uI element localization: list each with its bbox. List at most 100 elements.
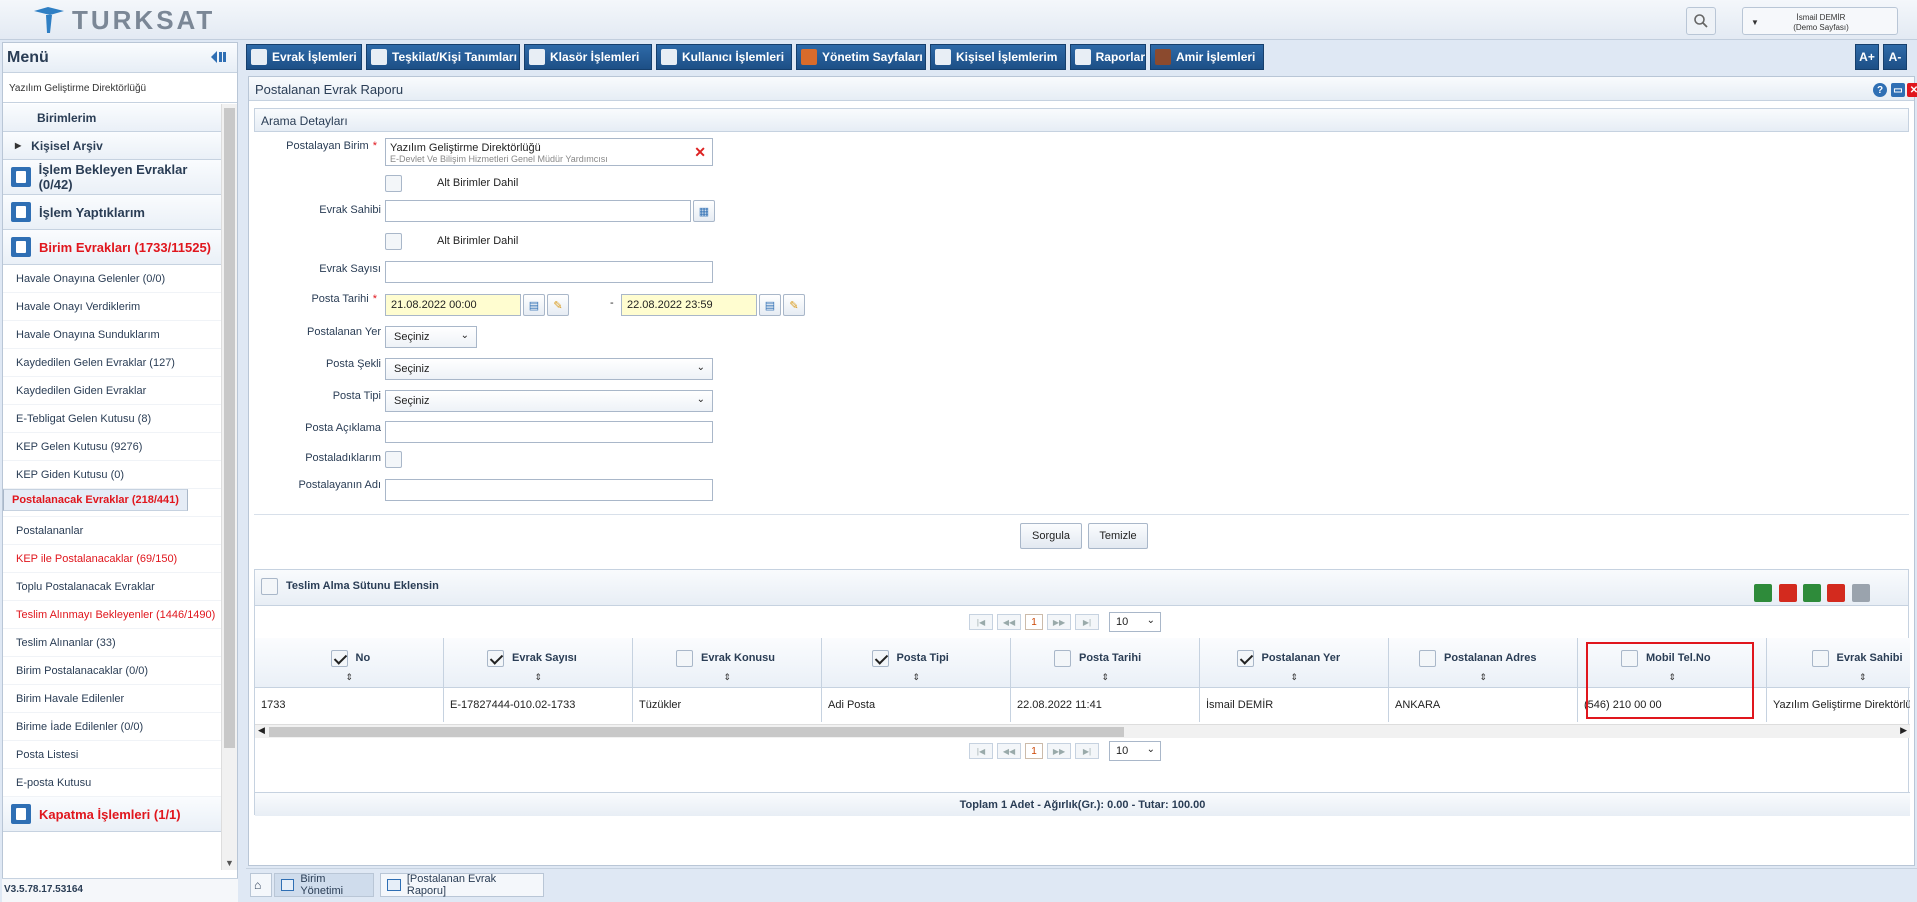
sidebar-item-e-posta-kutusu[interactable]: E-posta Kutusu bbox=[3, 769, 221, 797]
sidebar-item-birime-iade-edilenler[interactable]: Birime İade Edilenler (0/0) bbox=[3, 713, 221, 741]
sidebar-item-birimlerim[interactable]: Birimlerim bbox=[3, 104, 221, 132]
tab-teskilat-kisi[interactable]: Teşkilat/Kişi Tanımları bbox=[366, 44, 520, 70]
tab-kullanici-islemleri[interactable]: Kullanıcı İşlemleri bbox=[656, 44, 792, 70]
first-page-icon[interactable]: |◀ bbox=[969, 743, 993, 759]
scroll-right-icon[interactable]: ▶ bbox=[1900, 725, 1907, 736]
sort-icon[interactable]: ⇕ bbox=[724, 672, 732, 683]
sidebar-scrollbar[interactable]: ▼ bbox=[221, 104, 237, 870]
posta-aciklama-input[interactable] bbox=[385, 421, 713, 443]
tab-raporlar[interactable]: Raporlar bbox=[1070, 44, 1146, 70]
sidebar-item-posta-listesi[interactable]: Posta Listesi bbox=[3, 741, 221, 769]
calendar-icon[interactable]: ▤ bbox=[523, 294, 545, 316]
maximize-icon[interactable]: ▭ bbox=[1891, 83, 1905, 97]
tab-klasor-islemleri[interactable]: Klasör İşlemleri bbox=[524, 44, 652, 70]
first-page-icon[interactable]: |◀ bbox=[969, 614, 993, 630]
page-size-select[interactable]: 10 ⌄ bbox=[1109, 612, 1161, 632]
pdf-export-icon[interactable] bbox=[1779, 584, 1797, 602]
alt-birimler-checkbox-1[interactable] bbox=[385, 175, 402, 192]
column-header[interactable]: Posta Tarihi ⇕ bbox=[1011, 638, 1199, 688]
alt-birimler-checkbox-2[interactable] bbox=[385, 233, 402, 250]
column-visibility-checkbox[interactable] bbox=[1054, 650, 1071, 667]
prev-page-icon[interactable]: ◀◀ bbox=[997, 614, 1021, 630]
sidebar-item-birim-postalanacaklar[interactable]: Birim Postalanacaklar (0/0) bbox=[3, 657, 221, 685]
column-visibility-checkbox[interactable] bbox=[330, 650, 348, 667]
column-visibility-checkbox[interactable] bbox=[487, 650, 504, 667]
sort-icon[interactable]: ⇕ bbox=[913, 672, 921, 683]
bottom-tab-birim-yonetimi[interactable]: Birim Yönetimi bbox=[274, 873, 374, 897]
sidebar-item-toplu-postalanacak[interactable]: Toplu Postalanacak Evraklar bbox=[3, 573, 221, 601]
sort-icon[interactable]: ⇕ bbox=[1291, 672, 1299, 683]
column-header[interactable]: Evrak Sayısı ⇕ bbox=[444, 638, 632, 688]
column-visibility-checkbox[interactable] bbox=[1811, 650, 1829, 667]
column-visibility-checkbox[interactable] bbox=[871, 650, 889, 667]
column-header[interactable]: No ⇕ bbox=[255, 638, 443, 688]
sidebar-item-birim-havale-edilenler[interactable]: Birim Havale Edilenler bbox=[3, 685, 221, 713]
posta-sekli-select[interactable]: Seçiniz ⌄ bbox=[385, 358, 713, 380]
sort-icon[interactable]: ⇕ bbox=[1102, 672, 1110, 683]
user-menu[interactable]: ▼ İsmail DEMİR (Demo Sayfası) bbox=[1742, 7, 1898, 35]
column-header[interactable]: Evrak Konusu ⇕ bbox=[633, 638, 821, 688]
last-page-icon[interactable]: ▶| bbox=[1075, 743, 1099, 759]
evrak-sayisi-input[interactable] bbox=[385, 261, 713, 283]
tab-amir-islemleri[interactable]: Amir İşlemleri bbox=[1150, 44, 1264, 70]
calendar-icon[interactable]: ▤ bbox=[759, 294, 781, 316]
sidebar-item-havale-onayi-verdiklerim[interactable]: Havale Onayı Verdiklerim bbox=[3, 293, 221, 321]
scroll-left-icon[interactable]: ◀ bbox=[258, 725, 265, 736]
current-page[interactable]: 1 bbox=[1025, 614, 1043, 630]
help-icon[interactable]: ? bbox=[1873, 83, 1887, 97]
sidebar-item-havale-onayina-sunduklarim[interactable]: Havale Onayına Sunduklarım bbox=[3, 321, 221, 349]
sidebar-item-kaydedilen-gelen[interactable]: Kaydedilen Gelen Evraklar (127) bbox=[3, 349, 221, 377]
sidebar-item-postalanacak[interactable]: Postalanacak Evraklar (218/441) bbox=[3, 489, 188, 511]
sidebar-item-islem-yaptiklarim[interactable]: İşlem Yaptıklarım bbox=[3, 195, 221, 230]
sidebar-item-kep-gelen[interactable]: KEP Gelen Kutusu (9276) bbox=[3, 433, 221, 461]
teslim-alma-checkbox[interactable] bbox=[261, 578, 278, 595]
sidebar-item-birim-evraklari[interactable]: Birim Evrakları (1733/11525) bbox=[3, 230, 221, 265]
postalanan-yer-select[interactable]: Seçiniz ⌄ bbox=[385, 326, 477, 348]
posta-tarihi-from-input[interactable]: 21.08.2022 00:00 bbox=[385, 294, 521, 316]
scrollbar-thumb[interactable] bbox=[269, 727, 1124, 737]
font-decrease-button[interactable]: A- bbox=[1883, 44, 1907, 70]
temizle-button[interactable]: Temizle bbox=[1088, 523, 1148, 549]
excel-export-icon[interactable] bbox=[1754, 584, 1772, 602]
scroll-down-icon[interactable]: ▼ bbox=[225, 858, 234, 868]
print-icon[interactable] bbox=[1852, 584, 1870, 602]
next-page-icon[interactable]: ▶▶ bbox=[1047, 614, 1071, 630]
evrak-sahibi-input[interactable] bbox=[385, 200, 691, 222]
tab-yonetim-sayfalari[interactable]: Yönetim Sayfaları bbox=[796, 44, 926, 70]
postaladiklarim-checkbox[interactable] bbox=[385, 451, 402, 468]
sort-icon[interactable]: ⇕ bbox=[1859, 672, 1867, 683]
prev-page-icon[interactable]: ◀◀ bbox=[997, 743, 1021, 759]
column-header[interactable]: Postalanan Adres ⇕ bbox=[1389, 638, 1577, 688]
posta-tarihi-to-input[interactable]: 22.08.2022 23:59 bbox=[621, 294, 757, 316]
sorgula-button[interactable]: Sorgula bbox=[1020, 523, 1082, 549]
sort-icon[interactable]: ⇕ bbox=[346, 672, 354, 683]
sort-icon[interactable]: ⇕ bbox=[1480, 672, 1488, 683]
column-visibility-checkbox[interactable] bbox=[1419, 650, 1436, 667]
collapse-sidebar-icon[interactable] bbox=[209, 50, 227, 67]
column-header[interactable]: Posta Tipi ⇕ bbox=[822, 638, 1010, 688]
current-page[interactable]: 1 bbox=[1025, 743, 1043, 759]
posta-tipi-select[interactable]: Seçiniz ⌄ bbox=[385, 390, 713, 412]
sidebar-item-kisisel-arsiv[interactable]: ▶ Kişisel Arşiv bbox=[3, 132, 221, 160]
postalayanin-adi-input[interactable] bbox=[385, 479, 713, 501]
sidebar-item-kep-postalanacaklar[interactable]: KEP ile Postalanacaklar (69/150) bbox=[3, 545, 221, 573]
pdf-all-export-icon[interactable] bbox=[1827, 584, 1845, 602]
column-header[interactable]: Postalanan Yer ⇕ bbox=[1200, 638, 1388, 688]
broom-clear-icon[interactable]: ✎ bbox=[547, 294, 569, 316]
sidebar-item-kep-giden[interactable]: KEP Giden Kutusu (0) bbox=[3, 461, 221, 489]
sidebar-item-teslim-alinanlar[interactable]: Teslim Alınanlar (33) bbox=[3, 629, 221, 657]
horizontal-scrollbar[interactable]: ◀ ▶ bbox=[255, 724, 1910, 738]
close-icon[interactable]: ✕ bbox=[1907, 83, 1917, 97]
sidebar-item-e-tebligat[interactable]: E-Tebligat Gelen Kutusu (8) bbox=[3, 405, 221, 433]
column-header[interactable]: Evrak Sahibi ⇕ bbox=[1767, 638, 1910, 688]
sidebar-item-kapatma-islemleri[interactable]: Kapatma İşlemleri (1/1) bbox=[3, 797, 221, 832]
tree-select-icon[interactable]: ▦ bbox=[693, 200, 715, 222]
home-tab[interactable]: ⌂ bbox=[250, 873, 272, 897]
page-size-select[interactable]: 10 ⌄ bbox=[1109, 741, 1161, 761]
last-page-icon[interactable]: ▶| bbox=[1075, 614, 1099, 630]
tab-kisisel-islemlerim[interactable]: Kişisel İşlemlerim bbox=[930, 44, 1066, 70]
tab-evrak-islemleri[interactable]: Evrak İşlemleri bbox=[246, 44, 362, 70]
sidebar-item-islem-bekleyen[interactable]: İşlem Bekleyen Evraklar (0/42) bbox=[3, 160, 221, 195]
font-increase-button[interactable]: A+ bbox=[1855, 44, 1879, 70]
scrollbar-thumb[interactable] bbox=[224, 108, 235, 748]
